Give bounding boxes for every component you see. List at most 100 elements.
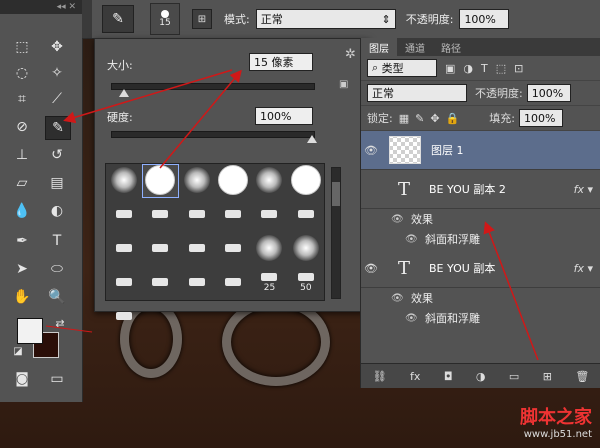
filter-smart-icon[interactable]: ⊡ [514, 62, 523, 75]
layer-opacity-field[interactable]: 100% [526, 84, 571, 102]
preset-scrollbar-thumb[interactable] [332, 182, 340, 206]
layer-row[interactable]: T BE YOU 副本 2 fx ▾ [361, 170, 600, 209]
blur-tool-icon[interactable]: 💧 [10, 200, 34, 222]
fx-icon[interactable]: fx ▾ [574, 262, 593, 275]
delete-layer-icon[interactable]: 🗑 [575, 370, 589, 383]
options-bar-grip[interactable] [82, 0, 92, 38]
size-slider[interactable] [111, 83, 315, 90]
eyedropper-tool-icon[interactable]: ⟋ [45, 88, 69, 110]
eraser-tool-icon[interactable]: ▱ [10, 172, 34, 194]
brush-preset[interactable] [106, 232, 142, 266]
filter-shape-icon[interactable]: ⬚ [496, 62, 506, 75]
brush-preset[interactable]: 25 [251, 266, 287, 300]
effect-eye-icon[interactable]: 👁 [405, 234, 419, 245]
gear-icon[interactable]: ✲ [345, 47, 356, 62]
pen-tool-icon[interactable]: ✒ [10, 230, 34, 252]
brush-preset[interactable] [142, 198, 178, 232]
gradient-tool-icon[interactable]: ▤ [45, 172, 69, 194]
brush-preset[interactable] [179, 266, 215, 300]
crop-tool-icon[interactable]: ⌗ [10, 88, 34, 110]
tool-preset-picker[interactable]: ✎ [102, 5, 134, 33]
history-brush-tool-icon[interactable]: ↺ [45, 144, 69, 166]
path-selection-tool-icon[interactable]: ➤ [10, 258, 34, 280]
adjustment-layer-icon[interactable]: ◑ [476, 370, 486, 383]
lock-paint-icon[interactable]: ✎ [415, 112, 424, 125]
tab-layers[interactable]: 图层 [361, 38, 397, 56]
effect-eye-icon[interactable]: 👁 [405, 313, 419, 324]
magic-wand-tool-icon[interactable]: ✧ [45, 62, 69, 84]
screen-mode-icon[interactable]: ▭ [45, 368, 69, 390]
brush-preset[interactable] [106, 266, 142, 300]
brush-preset[interactable] [179, 198, 215, 232]
opacity-field[interactable]: 100% [459, 9, 510, 29]
hardness-field[interactable]: 100% [255, 107, 313, 125]
lock-transparent-icon[interactable]: ▦ [399, 112, 409, 125]
link-layers-icon[interactable]: ⛓ [373, 370, 387, 383]
blend-mode-select[interactable]: 正常 [367, 84, 467, 102]
marquee-tool-icon[interactable]: ⬚ [10, 36, 34, 58]
quick-mask-icon[interactable]: ◙ [10, 368, 34, 390]
effect-item[interactable]: 👁 斜面和浮雕 [361, 229, 600, 249]
new-group-icon[interactable]: ▭ [509, 370, 519, 383]
effect-item[interactable]: 👁 斜面和浮雕 [361, 308, 600, 328]
filter-type-icon[interactable]: T [481, 62, 488, 75]
brush-preset[interactable] [288, 198, 324, 232]
brush-preset[interactable] [142, 164, 179, 198]
preset-scrollbar[interactable] [331, 167, 341, 299]
visibility-eye-icon[interactable]: 👁 [361, 144, 381, 157]
healing-brush-tool-icon[interactable]: ⊘ [10, 116, 34, 138]
brush-preset[interactable] [215, 164, 251, 198]
brush-preset-picker[interactable]: 15 [150, 3, 180, 35]
fill-field[interactable]: 100% [518, 109, 563, 127]
hand-tool-icon[interactable]: ✋ [10, 286, 34, 308]
brush-preset[interactable] [215, 198, 251, 232]
hardness-slider-thumb[interactable] [307, 135, 317, 143]
brush-preset[interactable] [142, 232, 178, 266]
mode-select[interactable]: 正常 ⇕ [255, 9, 396, 29]
add-mask-icon[interactable]: ◘ [444, 370, 453, 383]
visibility-eye-icon[interactable]: 👁 [361, 262, 381, 275]
layer-row[interactable]: 👁 图层 1 [361, 131, 600, 170]
clone-stamp-tool-icon[interactable]: ⊥ [10, 144, 34, 166]
lock-all-icon[interactable]: 🔒 [446, 112, 460, 125]
brush-tool-icon[interactable]: ✎ [45, 116, 71, 140]
layer-row[interactable]: 👁 T BE YOU 副本 fx ▾ [361, 249, 600, 288]
new-layer-icon[interactable]: ⊞ [543, 370, 552, 383]
brush-preset[interactable] [142, 266, 178, 300]
brush-preset[interactable] [179, 164, 215, 198]
move-tool-icon[interactable]: ✥ [45, 36, 69, 58]
brush-preset[interactable] [251, 232, 287, 266]
effect-eye-icon[interactable]: 👁 [391, 293, 405, 304]
ellipse-tool-icon[interactable]: ⬭ [45, 258, 69, 280]
default-colors-icon[interactable]: ◪ [6, 340, 30, 362]
brush-preset[interactable] [179, 232, 215, 266]
brush-preset[interactable] [251, 164, 287, 198]
hardness-slider[interactable] [111, 131, 315, 138]
kind-filter-select[interactable]: ⌕ 类型 [367, 59, 437, 77]
brush-preset[interactable] [251, 198, 287, 232]
swap-colors-icon[interactable]: ⇄ [48, 312, 72, 334]
brush-preset[interactable]: 50 [288, 266, 324, 300]
fx-icon[interactable]: fx ▾ [574, 183, 593, 196]
brush-preset[interactable] [215, 232, 251, 266]
size-field[interactable]: 15 像素 [249, 53, 313, 71]
filter-pixel-icon[interactable]: ▣ [445, 62, 455, 75]
new-preset-icon[interactable]: ▣ [339, 79, 348, 90]
type-tool-icon[interactable]: T [45, 230, 69, 252]
dodge-tool-icon[interactable]: ◐ [45, 200, 69, 222]
zoom-tool-icon[interactable]: 🔍 [45, 286, 69, 308]
brush-preset[interactable] [106, 164, 142, 198]
lock-move-icon[interactable]: ✥ [430, 112, 439, 125]
size-slider-thumb[interactable] [119, 89, 129, 97]
add-style-icon[interactable]: fx [410, 370, 420, 383]
brush-panel-toggle-icon[interactable]: ⊞ [192, 9, 212, 29]
brush-preset[interactable] [288, 232, 324, 266]
brush-preset[interactable] [288, 164, 324, 198]
tab-paths[interactable]: 路径 [433, 40, 469, 55]
brush-preset[interactable] [106, 198, 142, 232]
filter-adjust-icon[interactable]: ◑ [463, 62, 473, 75]
tab-channels[interactable]: 通道 [397, 40, 433, 55]
brush-preset[interactable] [106, 300, 142, 334]
toolbox-collapse-icon[interactable]: ◂◂ ✕ [0, 0, 82, 14]
brush-preset[interactable] [215, 266, 251, 300]
